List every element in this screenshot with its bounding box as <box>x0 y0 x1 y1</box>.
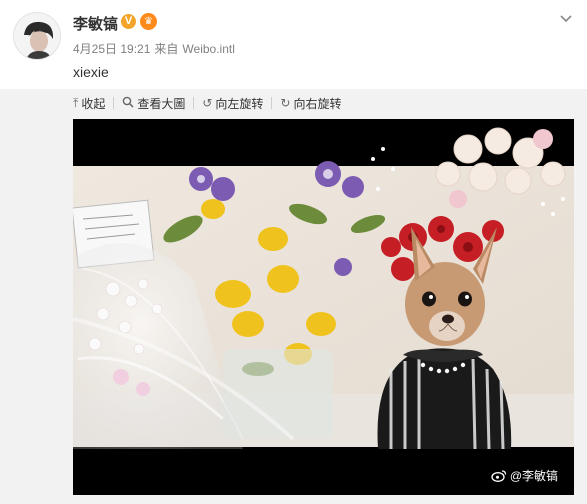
media-toolbar: ⤒ 收起 查看大圖 ↺ 向左旋转 ↻ 向右旋转 <box>73 94 342 112</box>
toolbar-divider <box>271 97 273 109</box>
rotate-right-label: 向右旋转 <box>293 96 342 111</box>
collapse-arrow-icon: ⤒ <box>73 96 79 110</box>
weibo-logo-icon <box>491 469 507 482</box>
view-large-label: 查看大圖 <box>137 96 186 111</box>
zoom-icon <box>122 96 134 110</box>
post-text: xiexie <box>73 64 109 80</box>
source-prefix: 来自 <box>154 42 179 56</box>
rotate-left-icon: ↺ <box>202 96 213 110</box>
watermark-text: @李敏镐 <box>509 469 558 483</box>
chevron-down-icon[interactable] <box>557 10 575 28</box>
rotate-right-icon: ↻ <box>280 96 291 110</box>
photo-watermark: @李敏镐 <box>491 467 558 484</box>
post-meta: 4月25日 19:21 来自 Weibo.intl <box>73 40 239 57</box>
rotate-left-button[interactable]: ↺ 向左旋转 <box>202 95 263 112</box>
weibo-post: 李敏镐 V ♛ 4月25日 19:21 来自 Weibo.intl xiexie ⤒… <box>0 0 587 504</box>
verified-badge[interactable]: V <box>121 14 136 29</box>
rotate-right-button[interactable]: ↻ 向右旋转 <box>280 95 341 112</box>
avatar[interactable] <box>13 12 61 60</box>
toolbar-divider <box>113 97 115 109</box>
collapse-label: 收起 <box>81 96 106 111</box>
view-large-button[interactable]: 查看大圖 <box>122 95 185 112</box>
username[interactable]: 李敏镐 <box>73 13 118 34</box>
collapse-button[interactable]: ⤒ 收起 <box>73 95 105 112</box>
toolbar-divider <box>193 97 195 109</box>
media-container: ⤒ 收起 查看大圖 ↺ 向左旋转 ↻ 向右旋转 @李敏镐 <box>0 89 587 504</box>
rotate-left-label: 向左旋转 <box>215 96 264 111</box>
post-photo[interactable]: @李敏镐 <box>73 119 574 495</box>
post-date[interactable]: 4月25日 19:21 <box>73 42 150 56</box>
post-source[interactable]: Weibo.intl <box>182 42 234 56</box>
crown-icon[interactable]: ♛ <box>140 13 157 30</box>
